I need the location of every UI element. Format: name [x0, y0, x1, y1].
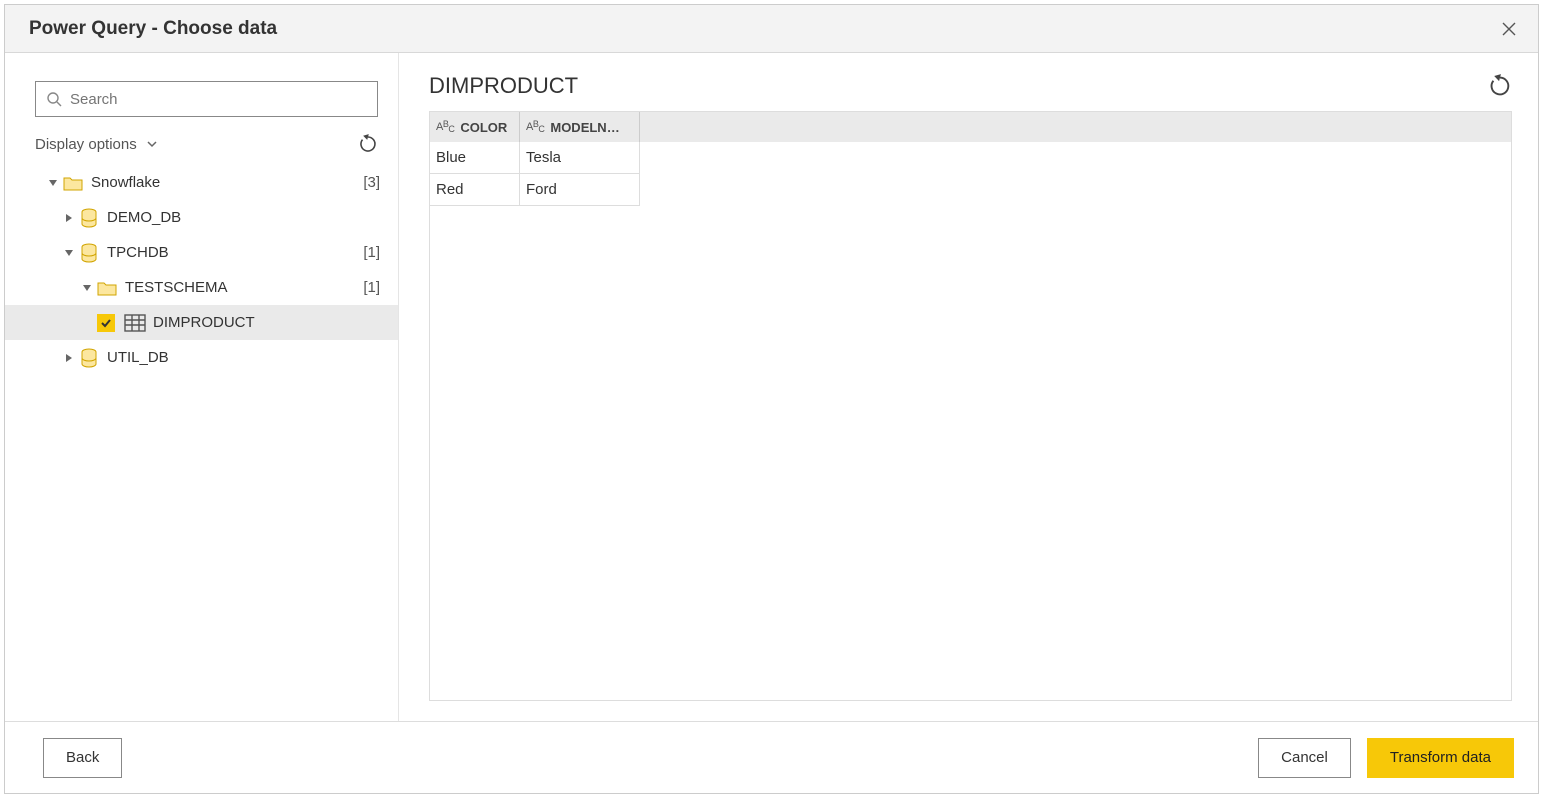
database-icon: [77, 208, 101, 228]
column-header-label: MODELN…: [550, 120, 619, 135]
expand-icon[interactable]: [61, 248, 77, 258]
preview-header: DIMPRODUCT: [429, 73, 1512, 99]
collapse-icon[interactable]: [61, 213, 77, 223]
expand-icon[interactable]: [79, 283, 95, 293]
column-header-modelname[interactable]: ABC MODELN…: [520, 112, 640, 142]
database-icon: [77, 348, 101, 368]
search-icon: [46, 91, 62, 107]
close-button[interactable]: [1494, 14, 1524, 44]
refresh-preview-button[interactable]: [1488, 74, 1512, 98]
tree-label: UTIL_DB: [107, 349, 380, 366]
titlebar: Power Query - Choose data: [5, 5, 1538, 53]
dialog-title: Power Query - Choose data: [29, 18, 1494, 40]
collapse-icon[interactable]: [61, 353, 77, 363]
preview-title: DIMPRODUCT: [429, 73, 1488, 99]
folder-icon: [61, 175, 85, 191]
close-icon: [1501, 21, 1517, 37]
tree-node-demo-db[interactable]: DEMO_DB: [5, 200, 398, 235]
text-type-icon: ABC: [526, 121, 544, 133]
tree-node-testschema[interactable]: TESTSCHEMA [1]: [5, 270, 398, 305]
grid-header-row: ABC COLOR ABC MODELN…: [430, 112, 1511, 142]
navigator-pane: Display options Snowflake: [5, 53, 399, 721]
column-header-label: COLOR: [460, 120, 507, 135]
body-area: Display options Snowflake: [5, 53, 1538, 721]
table-icon: [123, 314, 147, 332]
table-row[interactable]: Red Ford: [430, 174, 1511, 206]
refresh-icon: [358, 134, 378, 154]
cell: Ford: [520, 174, 640, 206]
tree-label: DEMO_DB: [107, 209, 380, 226]
expand-icon[interactable]: [45, 178, 61, 188]
refresh-tree-button[interactable]: [358, 134, 378, 154]
column-header-color[interactable]: ABC COLOR: [430, 112, 520, 142]
cell: Blue: [430, 142, 520, 174]
tree-node-dimproduct[interactable]: DIMPRODUCT: [5, 305, 398, 340]
dialog-footer: Back Cancel Transform data: [5, 721, 1538, 793]
search-box[interactable]: [35, 81, 378, 117]
table-row[interactable]: Blue Tesla: [430, 142, 1511, 174]
check-icon: [100, 317, 112, 329]
refresh-icon: [1488, 74, 1512, 98]
preview-pane: DIMPRODUCT ABC COLOR ABC MODELN…: [399, 53, 1538, 721]
tree-label: Snowflake: [91, 174, 355, 191]
transform-data-button[interactable]: Transform data: [1367, 738, 1514, 778]
database-icon: [77, 243, 101, 263]
text-type-icon: ABC: [436, 121, 454, 133]
chevron-down-icon[interactable]: [145, 137, 159, 151]
tree-count: [3]: [363, 174, 380, 191]
tree-node-tpchdb[interactable]: TPCHDB [1]: [5, 235, 398, 270]
tree-label: TPCHDB: [107, 244, 355, 261]
dialog-root: Power Query - Choose data Display option…: [4, 4, 1539, 794]
nav-tree: Snowflake [3] DEMO_DB: [5, 165, 398, 375]
tree-count: [1]: [363, 244, 380, 261]
preview-grid[interactable]: ABC COLOR ABC MODELN… Blue Tesla Red For…: [429, 111, 1512, 701]
search-input[interactable]: [70, 91, 367, 108]
tree-node-snowflake[interactable]: Snowflake [3]: [5, 165, 398, 200]
display-options-row: Display options: [35, 127, 378, 161]
tree-count: [1]: [363, 279, 380, 296]
table-checkbox[interactable]: [97, 314, 115, 332]
display-options-label[interactable]: Display options: [35, 136, 137, 153]
tree-label: TESTSCHEMA: [125, 279, 355, 296]
tree-label: DIMPRODUCT: [153, 314, 380, 331]
tree-node-util-db[interactable]: UTIL_DB: [5, 340, 398, 375]
cell: Tesla: [520, 142, 640, 174]
cancel-button[interactable]: Cancel: [1258, 738, 1351, 778]
cell: Red: [430, 174, 520, 206]
back-button[interactable]: Back: [43, 738, 122, 778]
folder-icon: [95, 280, 119, 296]
